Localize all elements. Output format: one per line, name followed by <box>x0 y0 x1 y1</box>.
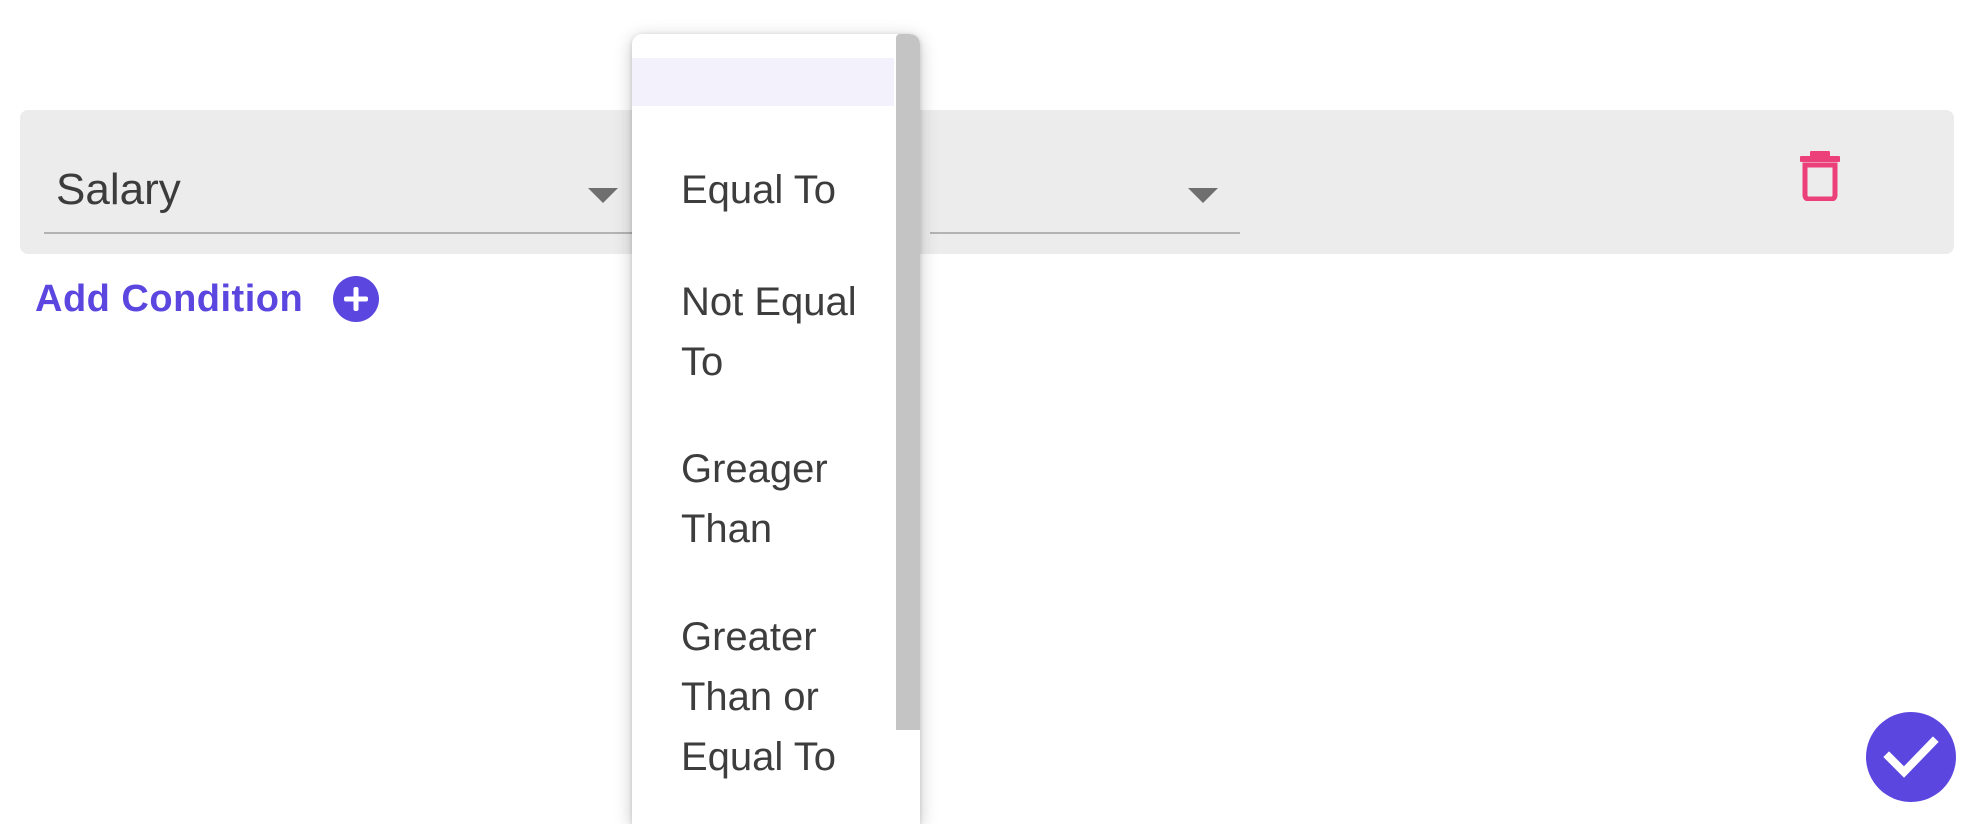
delete-condition-button[interactable] <box>1790 146 1850 206</box>
trash-icon <box>1800 151 1840 201</box>
dropdown-scrollbar[interactable] <box>896 34 920 730</box>
add-condition-button[interactable]: Add Condition <box>35 276 380 322</box>
caret-down-icon <box>588 188 618 203</box>
add-condition-label: Add Condition <box>35 277 304 320</box>
check-icon <box>1883 736 1939 778</box>
dropdown-option[interactable]: Equal To <box>681 160 881 220</box>
plus-circle-icon <box>333 276 380 322</box>
field-select[interactable]: Salary <box>44 146 640 234</box>
operator-dropdown-menu: Equal To Not Equal To Greager Than Great… <box>632 34 920 824</box>
dropdown-option[interactable]: Greater Than or Equal To <box>681 607 881 787</box>
field-select-value: Salary <box>56 165 181 214</box>
operator-select[interactable] <box>930 146 1240 234</box>
confirm-button[interactable] <box>1866 712 1956 802</box>
dropdown-option-empty[interactable] <box>632 58 894 106</box>
dropdown-option[interactable]: Greager Than <box>681 439 881 559</box>
condition-row: Salary <box>20 110 1954 254</box>
dropdown-option[interactable]: Not Equal To <box>681 272 881 392</box>
caret-down-icon <box>1188 188 1218 203</box>
